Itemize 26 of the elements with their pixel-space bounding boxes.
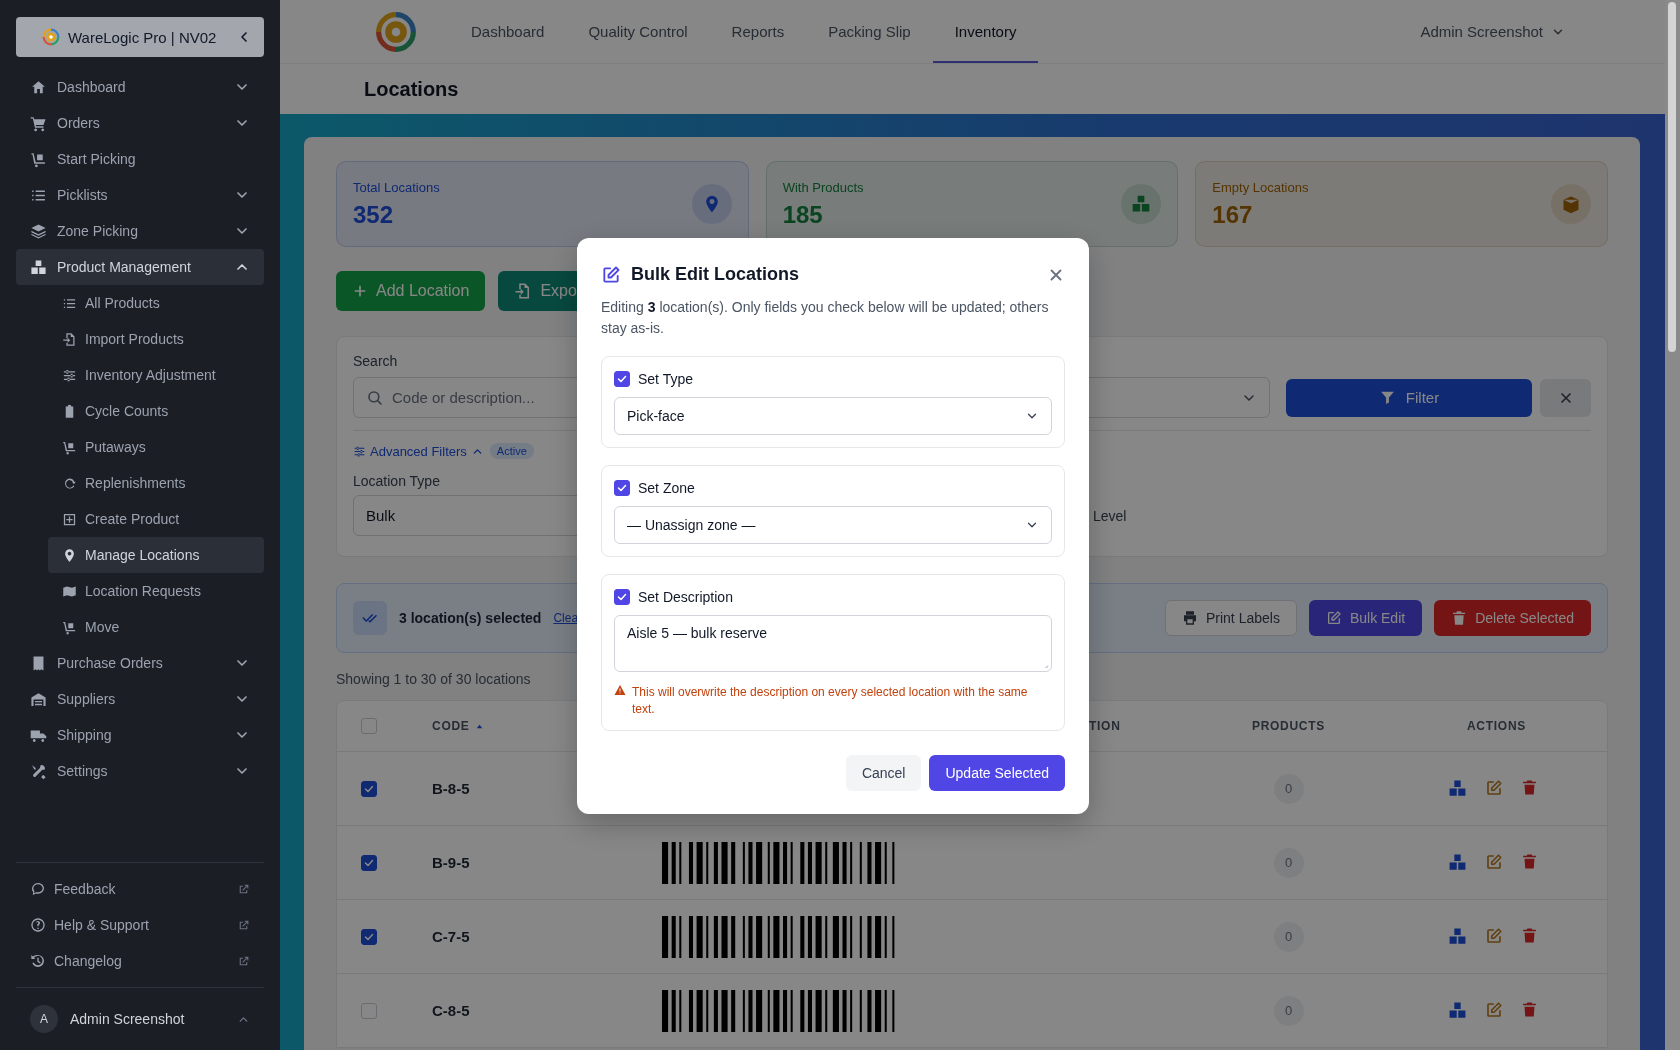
results-summary: Showing 1 to 30 of 30 locations — [336, 671, 532, 687]
location-code: B-8-5 — [431, 780, 471, 797]
user-avatar: A — [30, 1005, 58, 1033]
checkbox-label: Set Type — [638, 371, 693, 387]
product-count: 0 — [1273, 995, 1304, 1026]
field-label: Location Type — [353, 473, 440, 489]
location-code: C-8-5 — [431, 1002, 471, 1019]
warning-text: This will overwrite the description on every selected location with the same text. — [632, 684, 1029, 718]
checkbox-label: Set Zone — [638, 480, 695, 496]
checkbox-label: Set Description — [638, 589, 733, 605]
stat-label: Empty Locations — [1212, 179, 1310, 195]
product-count: 0 — [1273, 847, 1304, 878]
location-code: B-9-5 — [431, 854, 471, 871]
stat-value: 352 — [353, 200, 395, 229]
page-title: Locations — [363, 76, 460, 102]
stat-label: With Products — [782, 179, 865, 195]
stat-value: 185 — [782, 200, 824, 229]
active-badge: Active — [489, 443, 534, 459]
field-label: Search — [353, 353, 398, 369]
product-count: 0 — [1273, 773, 1304, 804]
location-code: C-7-5 — [431, 928, 471, 945]
field-label: Level — [1093, 507, 1127, 524]
stat-label: Total Locations — [353, 179, 441, 195]
selection-count: 3 location(s) selected — [399, 610, 542, 626]
stat-value: 167 — [1212, 200, 1254, 229]
product-count: 0 — [1273, 921, 1304, 952]
